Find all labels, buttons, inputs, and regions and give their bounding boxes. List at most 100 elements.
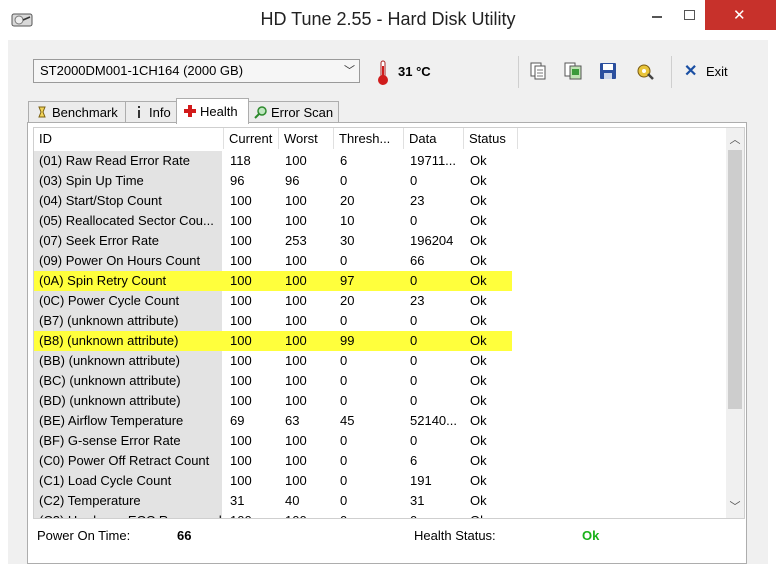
vertical-scrollbar[interactable]: ︿ ﹀ bbox=[726, 128, 744, 518]
cell-data: 19711... bbox=[410, 153, 457, 168]
cell-status: Ok bbox=[470, 453, 487, 468]
cell-status: Ok bbox=[470, 511, 518, 518]
table-row[interactable]: (07) Seek Error Rate 100 253 30 196204 Ok bbox=[34, 231, 726, 251]
cell-worst: 100 bbox=[285, 333, 307, 348]
column-header-threshold[interactable]: Thresh... bbox=[334, 128, 404, 149]
table-row[interactable]: (C1) Load Cycle Count 100 100 0 191 Ok bbox=[34, 471, 726, 491]
toolbar-separator bbox=[671, 56, 672, 88]
cell-threshold: 0 bbox=[340, 173, 348, 188]
cell-status: Ok bbox=[470, 353, 487, 368]
cell-current: 100 bbox=[230, 473, 252, 488]
cell-current: 118 bbox=[230, 153, 251, 168]
smart-attributes-list[interactable]: ID Current Worst Thresh... Data Status (… bbox=[33, 127, 745, 519]
cell-status: Ok bbox=[470, 433, 487, 448]
health-cross-icon bbox=[184, 105, 196, 117]
cell-threshold: 20 bbox=[340, 193, 355, 208]
cell-status: Ok bbox=[470, 373, 487, 388]
scroll-down-arrow-icon[interactable]: ﹀ bbox=[726, 498, 744, 514]
table-row[interactable]: (01) Raw Read Error Rate 118 100 6 19711... O… bbox=[34, 151, 726, 171]
cell-worst: 100 bbox=[285, 213, 307, 228]
cell-data: 0 bbox=[410, 511, 462, 518]
cell-threshold: 30 bbox=[340, 233, 355, 248]
cell-worst: 100 bbox=[285, 193, 307, 208]
tab-label: Info bbox=[149, 105, 171, 120]
cell-worst: 96 bbox=[285, 173, 300, 188]
cell-data: 0 bbox=[410, 173, 418, 188]
tab-error-scan[interactable]: Error Scan bbox=[247, 101, 339, 123]
table-row[interactable]: (03) Spin Up Time 96 96 0 0 Ok bbox=[34, 171, 726, 191]
table-row[interactable]: (C3) Hardware ECC Recovered 100 100 0 0 Ok bbox=[34, 511, 726, 518]
cell-data: 0 bbox=[410, 373, 418, 388]
table-row[interactable]: (0C) Power Cycle Count 100 100 20 23 Ok bbox=[34, 291, 726, 311]
title-bar: HD Tune 2.55 - Hard Disk Utility ✕ bbox=[0, 0, 776, 40]
chevron-down-icon: ﹀ bbox=[344, 65, 355, 77]
table-row[interactable]: (BC) (unknown attribute) 100 100 0 0 Ok bbox=[34, 371, 726, 391]
cell-status: Ok bbox=[470, 153, 487, 168]
cell-worst: 253 bbox=[285, 233, 307, 248]
cell-id: (05) Reallocated Sector Cou... bbox=[39, 213, 214, 228]
cell-threshold: 0 bbox=[340, 433, 348, 448]
cell-id: (BC) (unknown attribute) bbox=[39, 373, 181, 388]
close-button[interactable]: ✕ bbox=[705, 0, 776, 30]
drive-dropdown[interactable]: ST2000DM001-1CH164 (2000 GB) ﹀ bbox=[33, 59, 360, 83]
scroll-up-arrow-icon[interactable]: ︿ bbox=[726, 131, 744, 147]
column-header-worst[interactable]: Worst bbox=[279, 128, 334, 149]
cell-id: (C0) Power Off Retract Count bbox=[39, 453, 210, 468]
cell-current: 100 bbox=[230, 511, 278, 518]
cell-status: Ok bbox=[470, 313, 487, 328]
save-icon[interactable] bbox=[598, 61, 618, 81]
table-row[interactable]: (05) Reallocated Sector Cou... 100 100 10 0 O… bbox=[34, 211, 726, 231]
table-row[interactable]: (04) Start/Stop Count 100 100 20 23 Ok bbox=[34, 191, 726, 211]
minimize-button[interactable] bbox=[636, 0, 682, 30]
table-row[interactable]: (BF) G-sense Error Rate 100 100 0 0 Ok bbox=[34, 431, 726, 451]
cell-threshold: 97 bbox=[340, 273, 355, 288]
cell-status: Ok bbox=[470, 213, 487, 228]
cell-threshold: 0 bbox=[340, 493, 348, 508]
cell-current: 31 bbox=[230, 493, 245, 508]
table-row[interactable]: (BE) Airflow Temperature 69 63 45 52140... Ok bbox=[34, 411, 726, 431]
column-header-data[interactable]: Data bbox=[404, 128, 464, 149]
scrollbar-thumb[interactable] bbox=[728, 150, 742, 409]
cell-current: 100 bbox=[230, 333, 252, 348]
cell-current: 96 bbox=[230, 173, 245, 188]
cell-current: 100 bbox=[230, 193, 252, 208]
list-rows: (01) Raw Read Error Rate 118 100 6 19711... O… bbox=[34, 151, 726, 518]
cell-data: 0 bbox=[410, 393, 418, 408]
cell-worst: 100 bbox=[285, 511, 333, 518]
cell-threshold: 0 bbox=[340, 313, 348, 328]
cell-data: 191 bbox=[410, 473, 432, 488]
options-icon[interactable] bbox=[635, 61, 655, 81]
cell-current: 100 bbox=[230, 213, 252, 228]
table-row[interactable]: (C0) Power Off Retract Count 100 100 0 6 Ok bbox=[34, 451, 726, 471]
tab-info[interactable]: Info bbox=[125, 101, 178, 123]
cell-id: (C1) Load Cycle Count bbox=[39, 473, 172, 488]
tab-benchmark[interactable]: Benchmark bbox=[28, 101, 127, 123]
table-row[interactable]: (B7) (unknown attribute) 100 100 0 0 Ok bbox=[34, 311, 726, 331]
cell-current: 100 bbox=[230, 233, 252, 248]
tab-health[interactable]: Health bbox=[176, 98, 249, 124]
cell-id: (C3) Hardware ECC Recovered bbox=[39, 511, 221, 518]
cell-data: 66 bbox=[410, 253, 425, 268]
table-row[interactable]: (C2) Temperature 31 40 0 31 Ok bbox=[34, 491, 726, 511]
cell-current: 100 bbox=[230, 293, 252, 308]
cell-id: (C2) Temperature bbox=[39, 493, 141, 508]
thermometer-icon bbox=[378, 60, 388, 85]
cell-threshold: 0 bbox=[340, 453, 348, 468]
copy-text-icon[interactable] bbox=[528, 61, 548, 81]
cell-worst: 100 bbox=[285, 393, 307, 408]
table-row[interactable]: (BB) (unknown attribute) 100 100 0 0 Ok bbox=[34, 351, 726, 371]
cell-worst: 100 bbox=[285, 153, 307, 168]
table-row[interactable]: (0A) Spin Retry Count 100 100 97 0 Ok bbox=[34, 271, 726, 291]
column-header-current[interactable]: Current bbox=[224, 128, 279, 149]
column-header-status[interactable]: Status bbox=[464, 128, 518, 149]
maximize-button[interactable] bbox=[682, 0, 705, 30]
table-row[interactable]: (BD) (unknown attribute) 100 100 0 0 Ok bbox=[34, 391, 726, 411]
health-status-label: Health Status: bbox=[414, 528, 496, 543]
cell-threshold: 0 bbox=[340, 373, 348, 388]
cell-status: Ok bbox=[470, 293, 487, 308]
column-header-id[interactable]: ID bbox=[34, 128, 224, 149]
cell-data: 23 bbox=[410, 193, 425, 208]
table-row[interactable]: (B8) (unknown attribute) 100 100 99 0 Ok bbox=[34, 331, 726, 351]
copy-screenshot-icon[interactable] bbox=[563, 61, 583, 81]
table-row[interactable]: (09) Power On Hours Count 100 100 0 66 Ok bbox=[34, 251, 726, 271]
